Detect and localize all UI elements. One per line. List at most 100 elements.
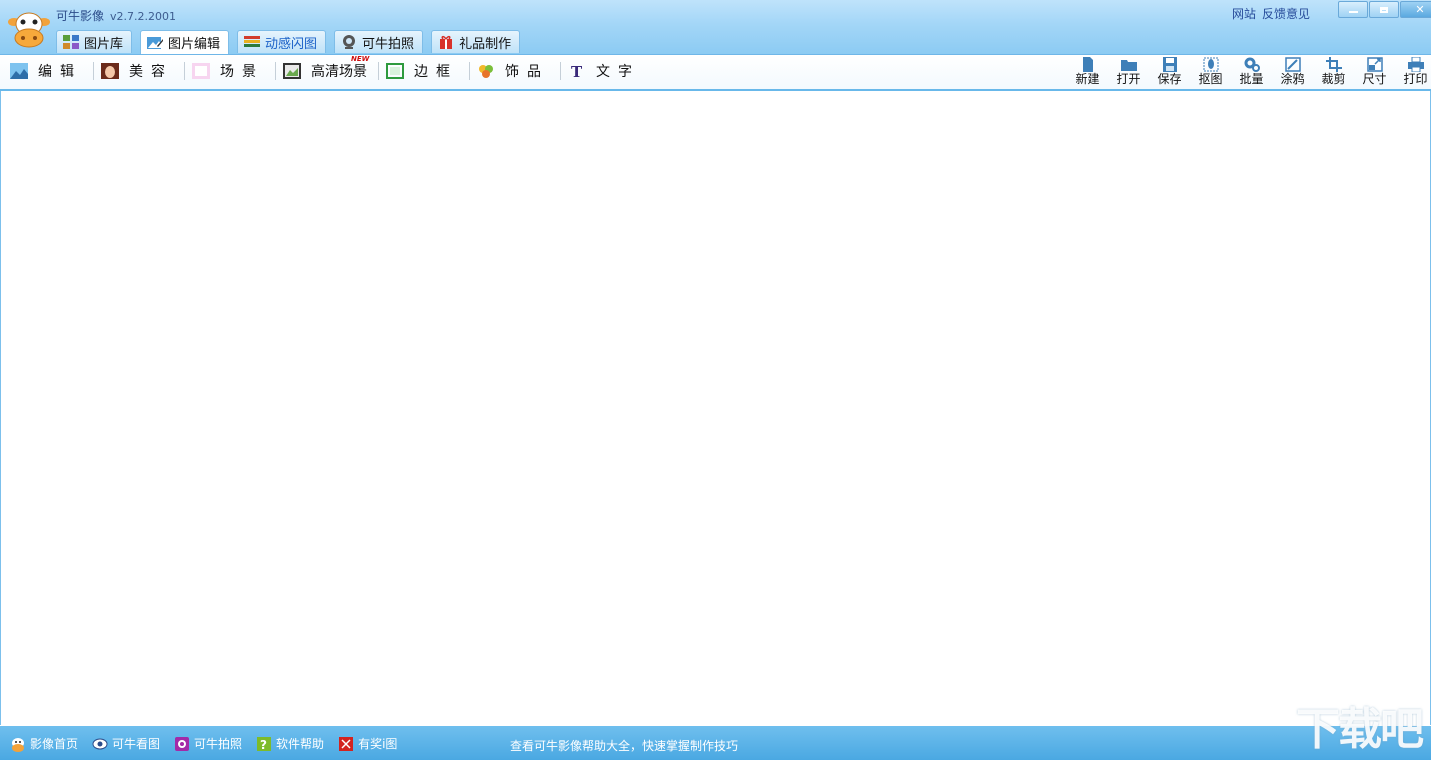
new-button[interactable]: 新建: [1067, 57, 1108, 86]
photo-edit-icon: [147, 36, 164, 49]
doodle-label: 涂鸦: [1280, 72, 1305, 86]
tool-label: 编辑: [38, 64, 82, 80]
tool-scene[interactable]: 场景: [190, 60, 270, 82]
batch-gear-icon: [1244, 57, 1260, 72]
webcam-icon: [343, 35, 356, 49]
tool-label: 高清场景: [311, 64, 367, 80]
crop-icon: [1325, 57, 1342, 72]
tool-edit[interactable]: 编辑: [8, 60, 88, 82]
edit-toolbar: 编辑 美容 场景 高清场景 NEW 边框 饰品 T 文字 新建 打开 保存 抠图…: [0, 55, 1431, 91]
tab-gallery[interactable]: 图片库: [56, 30, 133, 53]
tab-label: 礼品制作: [459, 36, 512, 52]
toolbar-divider: [275, 62, 276, 80]
minimize-button[interactable]: [1338, 1, 1368, 18]
tab-webcam[interactable]: 可牛拍照: [334, 30, 424, 53]
resize-icon: [1366, 57, 1383, 72]
tool-accessory[interactable]: 饰品: [475, 60, 555, 82]
open-folder-icon: [1120, 60, 1137, 71]
cutout-icon: [1203, 57, 1218, 72]
doodle-button[interactable]: 涂鸦: [1272, 57, 1313, 86]
window-controls: ✕: [1337, 1, 1431, 18]
tab-label: 动感闪图: [265, 36, 318, 52]
new-file-icon: [1082, 57, 1093, 72]
tool-hd-scene[interactable]: 高清场景 NEW: [281, 55, 373, 82]
tool-label: 美容: [129, 64, 173, 80]
toolbar-divider: [93, 62, 94, 80]
prize-icon: [339, 736, 354, 751]
print-label: 打印: [1403, 72, 1428, 86]
editing-canvas[interactable]: [0, 91, 1431, 725]
crop-button[interactable]: 裁剪: [1313, 57, 1354, 86]
hd-scene-icon: [283, 63, 301, 79]
website-link[interactable]: 网站: [1232, 7, 1256, 21]
footer-link-label: 软件帮助: [276, 737, 325, 751]
edit-categories: 编辑 美容 场景 高清场景 NEW 边框 饰品 T 文字: [8, 55, 646, 82]
close-icon: ✕: [1415, 3, 1425, 16]
tab-photo-edit[interactable]: 图片编辑: [140, 30, 230, 54]
feedback-link[interactable]: 反馈意见: [1262, 7, 1310, 21]
title-bar: 可牛影像 v2.7.2.2001 网站反馈意见 ✕ 图片库 图片编辑 动感闪图: [0, 0, 1431, 55]
help-tip[interactable]: 查看可牛影像帮助大全，快速掌握制作技巧: [510, 737, 738, 754]
cow-logo-icon: [8, 12, 50, 48]
top-links: 网站 反馈意见: [1232, 5, 1316, 22]
new-badge: NEW: [351, 55, 370, 63]
tool-frame[interactable]: 边框: [384, 60, 464, 82]
open-button[interactable]: 打开: [1108, 57, 1149, 86]
print-button[interactable]: 打印: [1395, 57, 1431, 86]
print-icon: [1407, 57, 1424, 72]
scene-icon: [192, 63, 210, 79]
file-actions: 新建 打开 保存 抠图 批量 涂鸦 裁剪 尺寸 打印: [1067, 57, 1431, 86]
tab-gift[interactable]: 礼品制作: [431, 30, 521, 53]
tab-label: 可牛拍照: [362, 36, 415, 52]
toolbar-divider: [378, 62, 379, 80]
minimize-icon: [1348, 11, 1358, 13]
main-tabs: 图片库 图片编辑 动感闪图 可牛拍照 礼品制作: [56, 30, 528, 54]
flash-animation-icon: [244, 36, 261, 47]
crop-label: 裁剪: [1321, 72, 1346, 86]
gift-icon: [440, 35, 453, 49]
tool-text[interactable]: T 文字: [566, 60, 646, 82]
resize-label: 尺寸: [1362, 72, 1387, 86]
maximize-button[interactable]: [1369, 1, 1399, 18]
save-icon: [1162, 57, 1177, 72]
resize-button[interactable]: 尺寸: [1354, 57, 1395, 86]
open-label: 打开: [1116, 72, 1141, 86]
cow-icon: [12, 737, 24, 752]
footer-link-label: 影像首页: [30, 737, 79, 751]
gallery-icon: [63, 35, 79, 49]
footer-link-help[interactable]: ? 软件帮助: [256, 735, 324, 752]
maximize-icon: [1380, 7, 1388, 13]
eye-icon: [92, 738, 108, 749]
footer-link-label: 可牛看图: [112, 737, 161, 751]
app-name: 可牛影像: [56, 9, 105, 23]
landscape-icon: [10, 63, 28, 79]
batch-label: 批量: [1239, 72, 1264, 86]
footer-links: 影像首页 可牛看图 可牛拍照 ? 软件帮助 有奖i图: [10, 735, 411, 752]
tool-label: 文字: [596, 64, 640, 80]
toolbar-divider: [469, 62, 470, 80]
app-version: v2.7.2.2001: [110, 10, 177, 23]
save-label: 保存: [1157, 72, 1182, 86]
footer-link-prize[interactable]: 有奖i图: [338, 735, 397, 752]
camera-icon: [175, 736, 190, 751]
footer-link-viewer[interactable]: 可牛看图: [92, 735, 160, 752]
close-button[interactable]: ✕: [1400, 1, 1431, 18]
cutout-button[interactable]: 抠图: [1190, 57, 1231, 86]
status-bar: 影像首页 可牛看图 可牛拍照 ? 软件帮助 有奖i图 查看可牛影像帮助大全，快速…: [0, 726, 1431, 760]
tab-flash-animation[interactable]: 动感闪图: [237, 30, 327, 53]
save-button[interactable]: 保存: [1149, 57, 1190, 86]
toolbar-divider: [184, 62, 185, 80]
help-icon: ?: [257, 736, 272, 752]
footer-link-home[interactable]: 影像首页: [10, 735, 78, 752]
tool-label: 边框: [414, 64, 458, 80]
new-label: 新建: [1075, 72, 1100, 86]
face-icon: [101, 63, 119, 79]
tool-beauty[interactable]: 美容: [99, 60, 179, 82]
batch-button[interactable]: 批量: [1231, 57, 1272, 86]
footer-link-label: 有奖i图: [358, 737, 398, 751]
clover-icon: [479, 65, 493, 78]
text-icon: T: [571, 63, 582, 79]
app-title: 可牛影像 v2.7.2.2001: [56, 7, 176, 24]
doodle-icon: [1284, 57, 1301, 72]
footer-link-camera[interactable]: 可牛拍照: [174, 735, 242, 752]
